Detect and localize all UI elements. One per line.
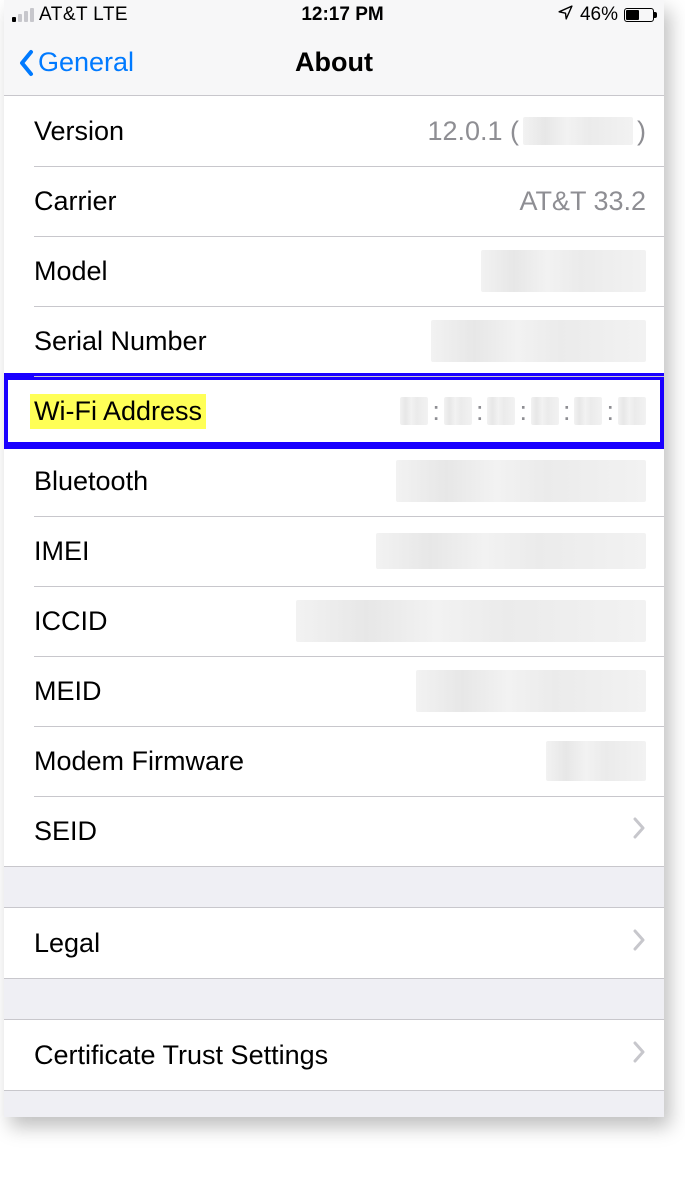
chevron-right-icon bbox=[632, 1039, 646, 1071]
redacted-value bbox=[574, 397, 602, 425]
location-icon bbox=[557, 4, 574, 26]
status-time: 12:17 PM bbox=[301, 4, 383, 26]
row-bluetooth: Bluetooth bbox=[4, 446, 664, 516]
row-label-serial: Serial Number bbox=[34, 326, 207, 357]
redacted-value bbox=[618, 397, 646, 425]
status-bar: AT&T LTE 12:17 PM 46% bbox=[4, 0, 664, 30]
chevron-right-icon bbox=[632, 815, 646, 847]
page-title: About bbox=[295, 47, 373, 78]
back-button[interactable]: General bbox=[16, 47, 134, 78]
redacted-value bbox=[444, 397, 472, 425]
redacted-value bbox=[416, 670, 646, 712]
redacted-value bbox=[531, 397, 559, 425]
row-value-imei bbox=[376, 533, 646, 569]
back-label: General bbox=[38, 47, 134, 78]
status-network-type: LTE bbox=[93, 4, 128, 26]
chevron-left-icon bbox=[16, 48, 36, 78]
row-label-imei: IMEI bbox=[34, 536, 90, 567]
row-disclosure bbox=[624, 927, 646, 959]
row-value-carrier: AT&T 33.2 bbox=[519, 186, 646, 217]
row-serial-number: Serial Number bbox=[4, 306, 664, 376]
row-label-cert: Certificate Trust Settings bbox=[34, 1040, 328, 1071]
row-wifi-address: Wi-Fi Address : : : : : bbox=[4, 376, 664, 446]
row-certificate-trust-settings[interactable]: Certificate Trust Settings bbox=[4, 1020, 664, 1090]
row-label-iccid: ICCID bbox=[34, 606, 108, 637]
redacted-value bbox=[376, 533, 646, 569]
row-value-serial bbox=[431, 320, 646, 362]
chevron-right-icon bbox=[632, 927, 646, 959]
status-left: AT&T LTE bbox=[12, 4, 128, 26]
row-label-model: Model bbox=[34, 256, 108, 287]
redacted-value bbox=[396, 460, 646, 502]
row-imei: IMEI bbox=[4, 516, 664, 586]
row-iccid: ICCID bbox=[4, 586, 664, 656]
row-value-version: 12.0.1 ( ) bbox=[427, 116, 646, 147]
redacted-value bbox=[400, 397, 428, 425]
row-value-bluetooth bbox=[396, 460, 646, 502]
row-value-modem bbox=[546, 741, 646, 781]
signal-bars-icon bbox=[12, 8, 34, 22]
row-value-meid bbox=[416, 670, 646, 712]
row-legal[interactable]: Legal bbox=[4, 908, 664, 978]
row-meid: MEID bbox=[4, 656, 664, 726]
status-battery-percent: 46% bbox=[580, 4, 618, 26]
row-label-legal: Legal bbox=[34, 928, 100, 959]
redacted-value bbox=[481, 250, 646, 292]
row-carrier: Carrier AT&T 33.2 bbox=[4, 166, 664, 236]
row-label-meid: MEID bbox=[34, 676, 102, 707]
nav-bar: General About bbox=[4, 30, 664, 96]
row-value-model bbox=[481, 250, 646, 292]
row-label-version: Version bbox=[34, 116, 124, 147]
row-label-carrier: Carrier bbox=[34, 186, 117, 217]
status-carrier: AT&T bbox=[39, 4, 88, 26]
redacted-value bbox=[431, 320, 646, 362]
redacted-value bbox=[487, 397, 515, 425]
row-model: Model bbox=[4, 236, 664, 306]
row-seid[interactable]: SEID bbox=[4, 796, 664, 866]
row-disclosure bbox=[624, 815, 646, 847]
status-right: 46% bbox=[557, 4, 654, 26]
redacted-value bbox=[296, 600, 646, 642]
row-value-iccid bbox=[296, 600, 646, 642]
row-disclosure bbox=[624, 1039, 646, 1071]
battery-icon bbox=[624, 8, 654, 22]
row-label-modem: Modem Firmware bbox=[34, 746, 244, 777]
redacted-value bbox=[523, 117, 633, 145]
row-version: Version 12.0.1 ( ) bbox=[4, 96, 664, 166]
row-value-wifi: : : : : : bbox=[400, 396, 646, 427]
redacted-value bbox=[546, 741, 646, 781]
row-label-bluetooth: Bluetooth bbox=[34, 466, 148, 497]
row-label-seid: SEID bbox=[34, 816, 97, 847]
row-label-wifi: Wi-Fi Address bbox=[30, 394, 206, 429]
row-modem-firmware: Modem Firmware bbox=[4, 726, 664, 796]
